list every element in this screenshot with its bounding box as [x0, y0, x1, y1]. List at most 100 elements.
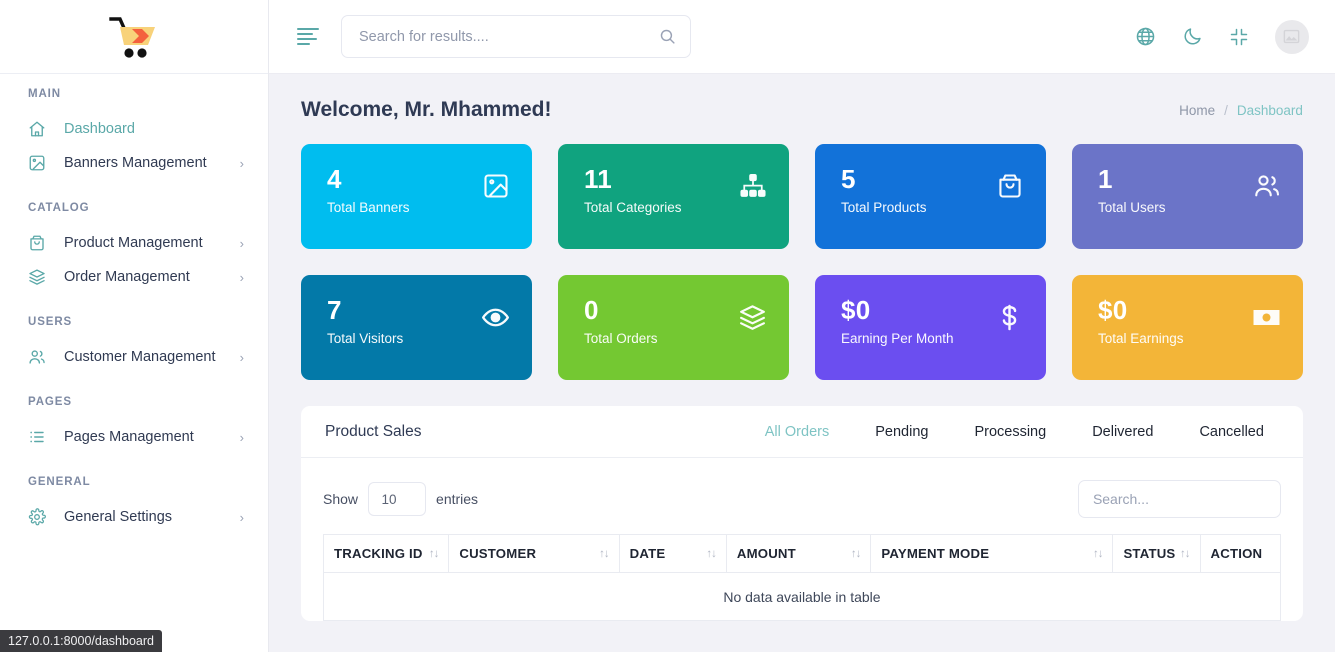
- sidebar-item-banners-management[interactable]: Banners Management ›: [0, 146, 268, 180]
- stat-card-text: 7 Total Visitors: [327, 296, 404, 347]
- moon-icon[interactable]: [1182, 26, 1203, 47]
- orders-table: TRACKING ID ↑↓ CUSTOMER ↑↓ DATE ↑↓ AMOUN…: [322, 534, 1281, 621]
- nav-section-title: PAGES: [28, 396, 72, 408]
- breadcrumb-current: Dashboard: [1236, 102, 1303, 118]
- stat-card-text: 1 Total Users: [1097, 164, 1166, 215]
- stat-value: 1: [1097, 164, 1113, 194]
- nav-section-pages: PAGES Pages Management ›: [0, 396, 268, 454]
- tab-pending[interactable]: Pending: [852, 424, 951, 440]
- tab-processing[interactable]: Processing: [951, 424, 1069, 440]
- search-input[interactable]: [359, 28, 659, 45]
- global-search[interactable]: [341, 15, 691, 58]
- list-icon: [28, 428, 46, 446]
- column-header-status[interactable]: STATUS ↑↓: [1112, 534, 1201, 573]
- column-label: STATUS: [1123, 546, 1176, 561]
- nav-section-users: USERS Customer Management ›: [0, 316, 268, 374]
- sidebar-item-dashboard[interactable]: Dashboard: [0, 112, 268, 146]
- sidebar-item-order-management[interactable]: Order Management ›: [0, 260, 268, 294]
- browser-status-bar: 127.0.0.1:8000/dashboard: [0, 630, 162, 652]
- compress-icon[interactable]: [1229, 27, 1249, 47]
- breadcrumb: Home / Dashboard: [1179, 103, 1303, 118]
- column-label: ACTION: [1210, 546, 1263, 561]
- stat-label: Total Products: [840, 200, 927, 216]
- column-header-customer[interactable]: CUSTOMER ↑↓: [448, 534, 620, 573]
- page-length-value: 10: [381, 491, 397, 507]
- chevron-right-icon: ›: [239, 155, 244, 171]
- column-header-amount[interactable]: AMOUNT ↑↓: [725, 534, 872, 573]
- avatar[interactable]: [1274, 19, 1309, 54]
- bag-icon: [28, 234, 46, 252]
- order-status-tabs: All Orders Pending Processing Delivered …: [742, 424, 1279, 440]
- layers-icon: [738, 303, 767, 332]
- stat-label: Total Earnings: [1097, 331, 1184, 347]
- page-content: Welcome, Mr. Mhammed! Home / Dashboard 4…: [269, 74, 1335, 652]
- sidebar-item-label: Product Management: [64, 235, 203, 251]
- shopping-cart-logo-icon: [109, 16, 155, 58]
- page-title: Welcome, Mr. Mhammed!: [301, 98, 552, 121]
- stat-card-text: 11 Total Categories: [584, 165, 682, 215]
- image-icon: [28, 154, 46, 172]
- brand-logo[interactable]: [0, 0, 268, 74]
- eye-icon: [481, 303, 510, 332]
- breadcrumb-home[interactable]: Home: [1179, 103, 1215, 118]
- stat-card-total-earnings[interactable]: $0 Total Earnings: [1071, 275, 1303, 380]
- stat-card-earning-per-month[interactable]: $0 Earning Per Month: [814, 275, 1046, 380]
- column-header-date[interactable]: DATE ↑↓: [618, 534, 727, 573]
- chevron-right-icon: ›: [239, 235, 244, 251]
- stat-label: Earning Per Month: [840, 331, 954, 347]
- stat-value: $0: [840, 295, 871, 325]
- stat-card-total-users[interactable]: 1 Total Users: [1071, 144, 1303, 249]
- stat-card-total-categories[interactable]: 11 Total Categories: [557, 144, 789, 249]
- chevron-right-icon: ›: [239, 349, 244, 365]
- column-label: TRACKING ID: [334, 546, 423, 561]
- stat-value: 0: [583, 295, 599, 325]
- tab-delivered[interactable]: Delivered: [1069, 424, 1176, 440]
- tab-cancelled[interactable]: Cancelled: [1176, 424, 1279, 440]
- hamburger-icon[interactable]: [297, 27, 319, 46]
- orders-table-head: TRACKING ID ↑↓ CUSTOMER ↑↓ DATE ↑↓ AMOUN…: [322, 534, 1281, 573]
- page-header: Welcome, Mr. Mhammed! Home / Dashboard: [301, 74, 1303, 130]
- datatable-search-input[interactable]: [1077, 480, 1281, 518]
- stat-card-text: 4 Total Banners: [327, 165, 410, 215]
- search-icon[interactable]: [659, 28, 676, 45]
- main-area: Welcome, Mr. Mhammed! Home / Dashboard 4…: [269, 0, 1335, 652]
- nav-section-title: CATALOG: [28, 202, 90, 214]
- panel-header: Product Sales All Orders Pending Process…: [301, 406, 1303, 458]
- stat-card-total-products[interactable]: 5 Total Products: [814, 144, 1046, 249]
- sidebar-item-general-settings[interactable]: General Settings ›: [0, 500, 268, 534]
- sidebar-item-label: Banners Management: [64, 155, 207, 171]
- datatable-length-control: Show 10 entries: [323, 482, 478, 516]
- nav-section-main: MAIN Dashboard Banners Management ›: [0, 88, 268, 180]
- stat-card-total-visitors[interactable]: 7 Total Visitors: [301, 275, 532, 380]
- stat-card-total-banners[interactable]: 4 Total Banners: [301, 144, 532, 249]
- stat-cards-row-1: 4 Total Banners 11 Total Categories 5 To…: [301, 144, 1303, 249]
- globe-icon[interactable]: [1135, 26, 1156, 47]
- gear-icon: [28, 508, 46, 526]
- status-bar-url: 127.0.0.1:8000/dashboard: [8, 634, 154, 648]
- panel-body: Show 10 entries Search... TRACKING ID ↑↓…: [301, 458, 1303, 621]
- nav-section-title: GENERAL: [28, 476, 91, 488]
- stat-card-total-orders[interactable]: 0 Total Orders: [557, 275, 789, 380]
- page-length-select[interactable]: 10: [368, 482, 427, 516]
- users-icon: [28, 348, 46, 366]
- users-icon: [1253, 172, 1281, 200]
- sidebar-item-product-management[interactable]: Product Management ›: [0, 226, 268, 260]
- stat-value: $0: [1097, 295, 1128, 325]
- stat-card-text: $0 Total Earnings: [1097, 295, 1184, 347]
- sidebar-item-pages-management[interactable]: Pages Management ›: [0, 420, 268, 454]
- nav-section-catalog: CATALOG Product Management › Order Manag…: [0, 202, 268, 294]
- entries-label: entries: [436, 491, 479, 507]
- nav-section-title: USERS: [28, 316, 73, 328]
- topbar-actions: [1135, 19, 1309, 54]
- column-header-tracking-id[interactable]: TRACKING ID ↑↓: [322, 534, 450, 573]
- column-header-action: ACTION: [1199, 534, 1281, 573]
- column-header-payment-mode[interactable]: PAYMENT MODE ↑↓: [870, 534, 1114, 573]
- sidebar-item-customer-management[interactable]: Customer Management ›: [0, 340, 268, 374]
- tab-all-orders[interactable]: All Orders: [742, 424, 852, 440]
- sidebar-nav: MAIN Dashboard Banners Management › CATA…: [0, 74, 268, 534]
- dashboard-app: MAIN Dashboard Banners Management › CATA…: [0, 0, 1335, 652]
- product-sales-panel: Product Sales All Orders Pending Process…: [301, 406, 1303, 621]
- stat-label: Total Visitors: [327, 331, 404, 347]
- nav-section-title: MAIN: [28, 88, 61, 100]
- sidebar-item-label: Customer Management: [64, 349, 216, 365]
